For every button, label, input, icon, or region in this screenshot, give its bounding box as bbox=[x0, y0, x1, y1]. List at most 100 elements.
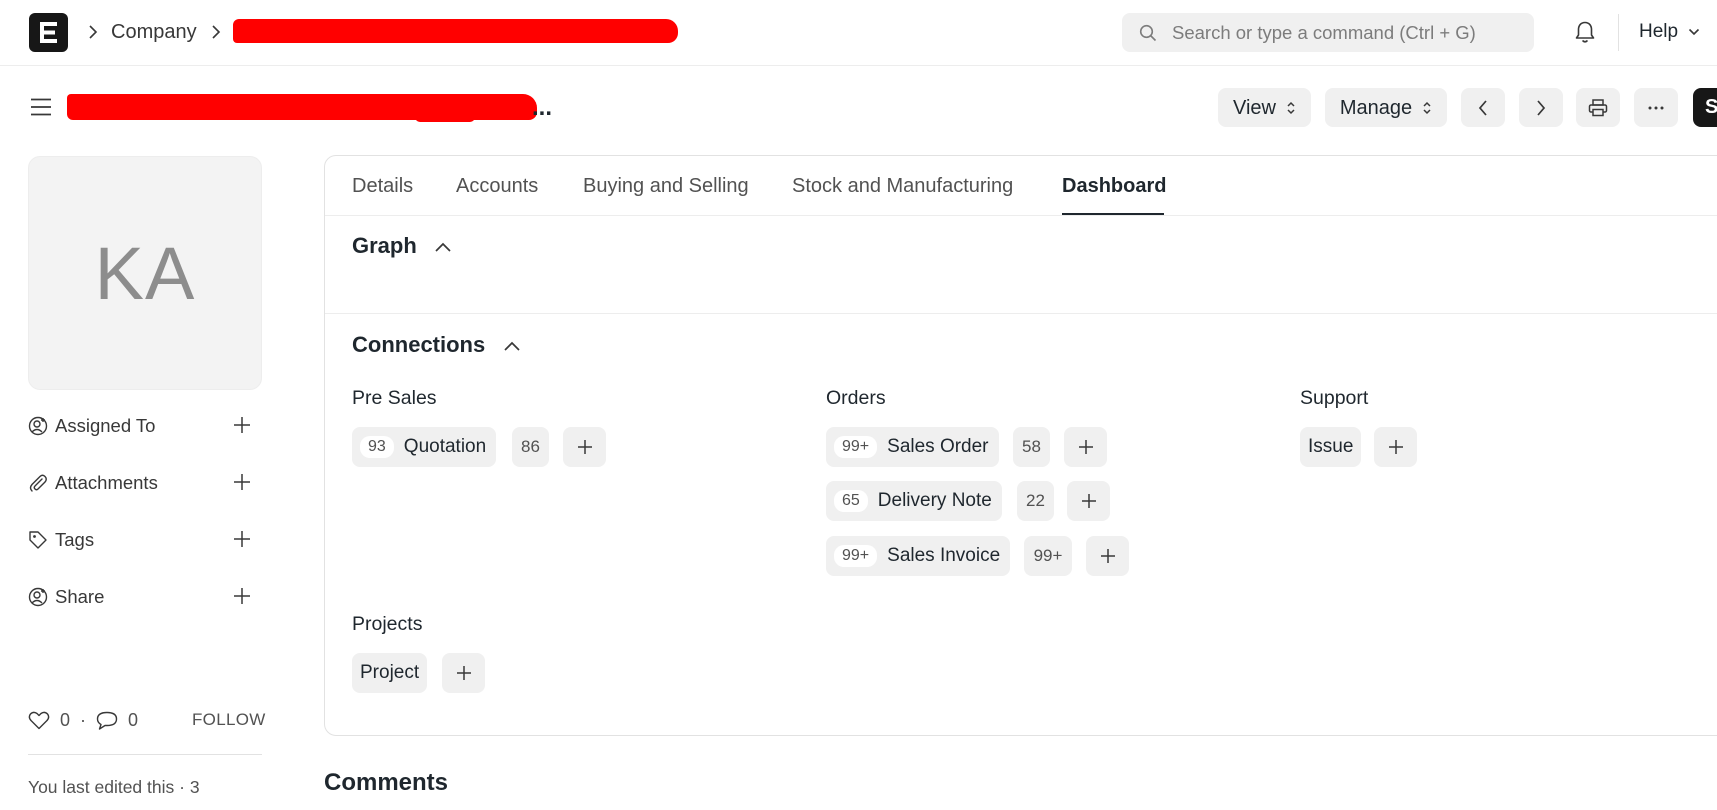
form-tabs: Details Accounts Buying and Selling Stoc… bbox=[325, 156, 1717, 216]
chevron-left-icon bbox=[1477, 99, 1489, 117]
share-user-icon bbox=[28, 587, 48, 607]
add-sales-invoice-button[interactable] bbox=[1086, 536, 1129, 576]
navbar: Company Help bbox=[0, 0, 1717, 66]
save-button[interactable]: S bbox=[1693, 88, 1717, 127]
chevron-right-icon bbox=[1535, 99, 1547, 117]
connection-group-pre-sales: Pre Sales bbox=[352, 387, 437, 409]
print-button[interactable] bbox=[1576, 88, 1620, 127]
sidebar-item-label: Share bbox=[55, 586, 105, 607]
sidebar-item-tags[interactable]: Tags bbox=[28, 527, 262, 553]
search-bar[interactable] bbox=[1122, 13, 1534, 52]
up-down-chevron-icon bbox=[1286, 100, 1296, 116]
plus-icon bbox=[456, 666, 471, 680]
previous-record-button[interactable] bbox=[1461, 88, 1505, 127]
open-count-quotation[interactable]: 86 bbox=[512, 427, 549, 467]
comment-count: 0 bbox=[128, 710, 139, 730]
open-count-delivery-note[interactable]: 22 bbox=[1017, 481, 1054, 521]
avatar[interactable]: KA bbox=[28, 156, 262, 390]
connection-delivery-note[interactable]: 65 Delivery Note bbox=[826, 481, 1002, 521]
follow-button[interactable]: FOLLOW bbox=[192, 708, 266, 732]
add-project-button[interactable] bbox=[442, 653, 485, 693]
sidebar-item-label: Tags bbox=[55, 529, 95, 550]
tab-details[interactable]: Details bbox=[352, 174, 413, 198]
view-menu-button[interactable]: View bbox=[1218, 88, 1311, 127]
sidebar-footer: 0 · 0 FOLLOW bbox=[28, 708, 265, 732]
section-title-connections[interactable]: Connections bbox=[352, 331, 485, 359]
breadcrumb-current-redacted[interactable] bbox=[233, 19, 678, 43]
manage-menu-label: Manage bbox=[1339, 96, 1413, 119]
plus-icon bbox=[1081, 494, 1096, 508]
page-title: ... bbox=[67, 92, 557, 124]
plus-icon bbox=[1078, 440, 1093, 454]
last-edited-text: You last edited this · 3 bbox=[28, 777, 200, 797]
comment-icon[interactable] bbox=[96, 711, 118, 730]
plus-icon bbox=[577, 440, 592, 454]
connection-label: Project bbox=[360, 662, 420, 683]
connection-quotation[interactable]: 93 Quotation bbox=[352, 427, 497, 467]
open-count-sales-invoice[interactable]: 99+ bbox=[1024, 536, 1072, 576]
connection-issue[interactable]: Issue bbox=[1300, 427, 1362, 467]
connection-group-orders: Orders bbox=[826, 387, 886, 409]
up-down-chevron-icon bbox=[1422, 100, 1432, 116]
help-menu[interactable]: Help bbox=[1639, 20, 1678, 44]
sidebar-divider bbox=[28, 754, 262, 755]
connection-group-support: Support bbox=[1300, 387, 1369, 409]
connection-label: Quotation bbox=[403, 436, 487, 457]
add-sales-order-button[interactable] bbox=[1064, 427, 1107, 467]
add-delivery-note-button[interactable] bbox=[1067, 481, 1110, 521]
page-title-ellipsis: ... bbox=[532, 94, 553, 121]
plus-icon bbox=[1100, 549, 1115, 563]
chevron-up-icon[interactable] bbox=[434, 241, 452, 253]
connection-count-badge: 65 bbox=[834, 490, 868, 512]
connection-count-badge: 99+ bbox=[834, 436, 878, 458]
tab-stock-and-manufacturing[interactable]: Stock and Manufacturing bbox=[792, 174, 1013, 198]
connection-count-badge: 99+ bbox=[834, 545, 878, 567]
add-share-plus-icon[interactable] bbox=[233, 587, 251, 605]
more-actions-button[interactable] bbox=[1634, 88, 1678, 127]
ellipsis-icon bbox=[1648, 106, 1664, 110]
section-title-graph[interactable]: Graph bbox=[352, 232, 417, 260]
search-icon bbox=[1139, 24, 1157, 42]
app-logo[interactable] bbox=[29, 13, 68, 52]
separator-dot: · bbox=[80, 710, 86, 730]
chevron-down-icon[interactable] bbox=[1688, 27, 1700, 37]
add-quotation-button[interactable] bbox=[563, 427, 606, 467]
sidebar-item-share[interactable]: Share bbox=[28, 584, 262, 610]
tab-buying-and-selling[interactable]: Buying and Selling bbox=[583, 174, 749, 198]
heart-icon[interactable] bbox=[28, 711, 50, 730]
manage-menu-button[interactable]: Manage bbox=[1325, 88, 1447, 127]
view-menu-label: View bbox=[1233, 96, 1276, 119]
breadcrumb-company[interactable]: Company bbox=[111, 20, 197, 44]
tab-dashboard[interactable]: Dashboard bbox=[1062, 174, 1166, 198]
search-input[interactable] bbox=[1172, 13, 1522, 52]
paperclip-icon bbox=[28, 473, 48, 493]
printer-icon bbox=[1588, 98, 1608, 117]
open-count-sales-order[interactable]: 58 bbox=[1013, 427, 1050, 467]
connection-sales-invoice[interactable]: 99+ Sales Invoice bbox=[826, 536, 1011, 576]
breadcrumb-chevron-icon bbox=[86, 23, 100, 41]
next-record-button[interactable] bbox=[1519, 88, 1563, 127]
active-tab-indicator bbox=[1062, 213, 1164, 215]
sidebar-item-attachments[interactable]: Attachments bbox=[28, 470, 262, 496]
like-count: 0 bbox=[60, 710, 71, 730]
add-tag-plus-icon[interactable] bbox=[233, 530, 251, 548]
sidebar-item-assigned-to[interactable]: Assigned To bbox=[28, 413, 262, 439]
plus-icon bbox=[1388, 440, 1403, 454]
form-card: Details Accounts Buying and Selling Stoc… bbox=[324, 155, 1717, 736]
connection-project[interactable]: Project bbox=[352, 653, 428, 693]
connection-sales-order[interactable]: 99+ Sales Order bbox=[826, 427, 999, 467]
notification-bell-icon[interactable] bbox=[1574, 20, 1596, 44]
connection-count-badge: 93 bbox=[360, 436, 394, 458]
sidebar-toggle-icon[interactable] bbox=[30, 96, 52, 118]
avatar-initials: KA bbox=[94, 231, 196, 315]
add-assignment-plus-icon[interactable] bbox=[233, 416, 251, 434]
comments-heading: Comments bbox=[324, 769, 449, 796]
add-issue-button[interactable] bbox=[1374, 427, 1417, 467]
breadcrumb-chevron-icon bbox=[209, 23, 223, 41]
add-attachment-plus-icon[interactable] bbox=[233, 473, 251, 491]
sidebar-item-label: Attachments bbox=[55, 472, 158, 493]
connection-label: Delivery Note bbox=[877, 490, 992, 511]
chevron-up-icon[interactable] bbox=[503, 340, 521, 352]
tag-icon bbox=[28, 530, 48, 550]
tab-accounts[interactable]: Accounts bbox=[456, 174, 538, 198]
